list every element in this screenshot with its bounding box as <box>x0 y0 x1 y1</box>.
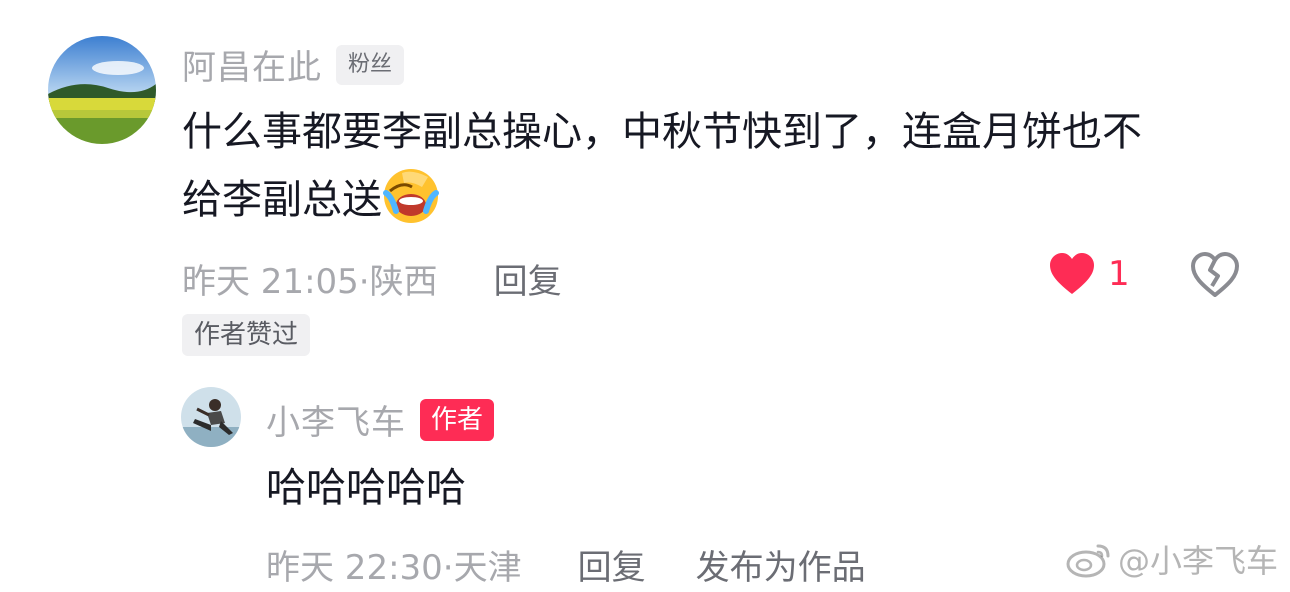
reply-button[interactable]: 回复 <box>494 254 562 303</box>
comment-text-line-1: 什么事都要李副总操心，中秋节快到了，连盒月饼也不 <box>182 109 1142 155</box>
author-liked-badge: 作者赞过 <box>182 314 311 356</box>
comment-location: 陕西 <box>369 262 438 302</box>
comment-text-line-2: 给李副总送 <box>182 166 1142 234</box>
author-badge: 作者 <box>420 398 495 441</box>
reply-avatar[interactable] <box>181 387 241 447</box>
watermark: @小李飞车 <box>1066 536 1278 582</box>
reply-author-name[interactable]: 小李飞车 <box>266 395 406 444</box>
avatar-person-image <box>181 387 241 447</box>
reply-reply-button[interactable]: 回复 <box>578 540 646 589</box>
like-count: 1 <box>1108 254 1130 294</box>
reply-meta-row: 昨天 22:30· 天津 回复 发布为作品 <box>266 540 866 589</box>
reply-time: 昨天 22:30· <box>266 548 454 588</box>
comment-author-name[interactable]: 阿昌在此 <box>182 40 322 89</box>
comment-text: 什么事都要李副总操心，中秋节快到了，连盒月饼也不 给李副总送 <box>182 98 1142 234</box>
crying-emoji-icon <box>382 167 440 225</box>
avatar[interactable] <box>48 36 156 144</box>
comment-author-row: 阿昌在此 粉丝 <box>182 40 405 89</box>
reply-author-row: 小李飞车 作者 <box>266 395 495 444</box>
weibo-logo-icon <box>1066 540 1112 578</box>
dislike-broken-heart-icon[interactable] <box>1190 252 1240 298</box>
comment-text-line-2-text: 给李副总送 <box>182 177 382 223</box>
comment-time: 昨天 21:05· <box>182 262 370 302</box>
like-button[interactable]: 1 <box>1048 252 1130 296</box>
publish-as-work-button[interactable]: 发布为作品 <box>696 540 866 589</box>
reply-location: 天津 <box>453 548 522 588</box>
reply-text: 哈哈哈哈哈 <box>266 465 466 511</box>
watermark-text: @小李飞车 <box>1117 542 1278 580</box>
heart-filled-icon <box>1048 252 1096 296</box>
comment-meta-row: 昨天 21:05· 陕西 回复 <box>182 254 562 303</box>
avatar-landscape-image <box>48 36 156 144</box>
fan-badge: 粉丝 <box>336 44 405 85</box>
